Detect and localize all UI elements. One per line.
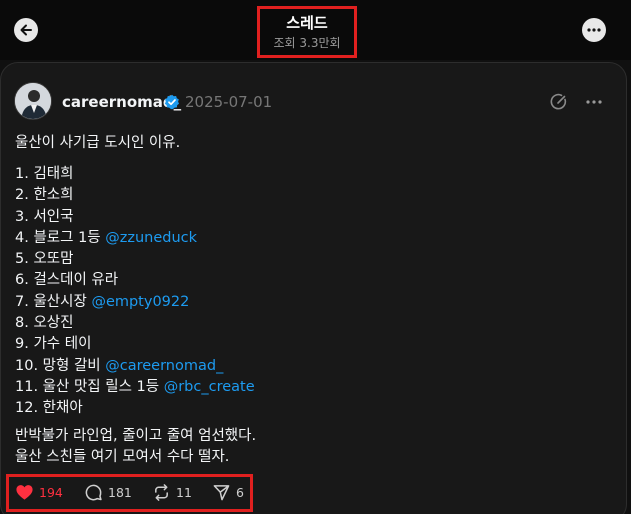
list-item: 10. 망형 갈비 @careernomad_ (15, 356, 255, 377)
ellipsis-icon (587, 28, 601, 32)
list-item-text: 한소희 (33, 187, 74, 204)
mention-link[interactable]: @careernomad_ (105, 358, 223, 374)
list-item: 8. 오상진 (15, 313, 255, 334)
post-intro: 울산이 사기급 도시인 이유. (15, 135, 181, 151)
heart-icon (16, 484, 33, 500)
post-more-icon[interactable] (584, 93, 604, 111)
share-button[interactable]: 6 (212, 482, 244, 502)
list-item-text: 김태희 (33, 166, 74, 182)
list-item-text: 블로그 1등 (33, 229, 101, 246)
title-highlight: 스레드 조회 3.3만회 (257, 6, 357, 58)
edit-circle-icon[interactable] (550, 93, 568, 111)
list-item: 7. 울산시장 @empty0922 (15, 292, 255, 313)
more-options-button[interactable] (582, 18, 606, 42)
like-count: 194 (39, 484, 63, 500)
list-item-number: 3. (15, 208, 29, 225)
list-item: 1. 김태희 (15, 164, 255, 185)
list-item-number: 12. (15, 400, 39, 417)
list-item: 11. 울산 맛집 릴스 1등 @rbc_create (15, 377, 255, 398)
post-date: 2025-07-01 (185, 93, 273, 111)
list-item-number: 6. (15, 272, 29, 289)
list-item-number: 7. (15, 293, 29, 310)
back-button[interactable] (14, 18, 38, 42)
list-item: 9. 가수 테이 (15, 334, 255, 355)
mention-link[interactable]: @empty0922 (91, 294, 189, 310)
share-count: 6 (236, 484, 244, 500)
avatar[interactable] (14, 82, 52, 120)
send-icon (213, 484, 230, 500)
list-item: 6. 걸스데이 유라 (15, 270, 255, 291)
list-item: 2. 한소희 (15, 185, 255, 206)
reply-button[interactable]: 181 (84, 482, 132, 502)
post-list: 1. 김태희 2. 한소희 3. 서인국 4. 블로그 1등 @zzuneduck 5.… (15, 164, 255, 420)
list-item-number: 10. (15, 357, 39, 374)
post-outro-line-2: 울산 스친들 여기 모여서 수다 떨자. (15, 449, 230, 465)
reply-count: 181 (108, 484, 132, 500)
list-item-number: 8. (15, 315, 29, 332)
list-item-text: 걸스데이 유라 (33, 272, 119, 289)
post-outro-line-1: 반박불가 라인업, 줄이고 줄여 엄선했다. (15, 428, 257, 444)
list-item-number: 9. (15, 336, 29, 353)
list-item-text: 가수 테이 (33, 336, 92, 353)
top-bar: 스레드 조회 3.3만회 (0, 0, 631, 60)
verified-badge-icon (164, 94, 179, 110)
list-item-number: 4. (15, 229, 29, 246)
mention-link[interactable]: @zzuneduck (105, 230, 197, 246)
list-item-text: 한채아 (42, 400, 83, 417)
page-title: 스레드 (286, 14, 328, 32)
list-item-number: 2. (15, 187, 29, 204)
list-item: 4. 블로그 1등 @zzuneduck (15, 228, 255, 249)
list-item-text: 오또맘 (33, 251, 74, 268)
list-item: 3. 서인국 (15, 207, 255, 228)
arrow-left-icon (20, 24, 32, 36)
list-item-text: 울산 맛집 릴스 1등 (42, 378, 160, 395)
repost-count: 11 (176, 484, 192, 500)
repost-button[interactable]: 11 (152, 482, 192, 502)
list-item-number: 1. (15, 166, 29, 182)
list-item-number: 5. (15, 251, 29, 268)
list-item-text: 망형 갈비 (42, 357, 101, 374)
list-item-text: 울산시장 (33, 293, 87, 310)
like-button[interactable]: 194 (15, 482, 63, 502)
comment-icon (85, 484, 102, 500)
repost-icon (155, 483, 168, 501)
view-count: 조회 3.3만회 (273, 36, 341, 50)
list-item-number: 11. (15, 378, 39, 395)
list-item: 12. 한채아 (15, 398, 255, 419)
list-item: 5. 오또맘 (15, 249, 255, 270)
list-item-text: 서인국 (33, 208, 74, 225)
mention-link[interactable]: @rbc_create (164, 379, 255, 395)
list-item-text: 오상진 (33, 315, 74, 332)
